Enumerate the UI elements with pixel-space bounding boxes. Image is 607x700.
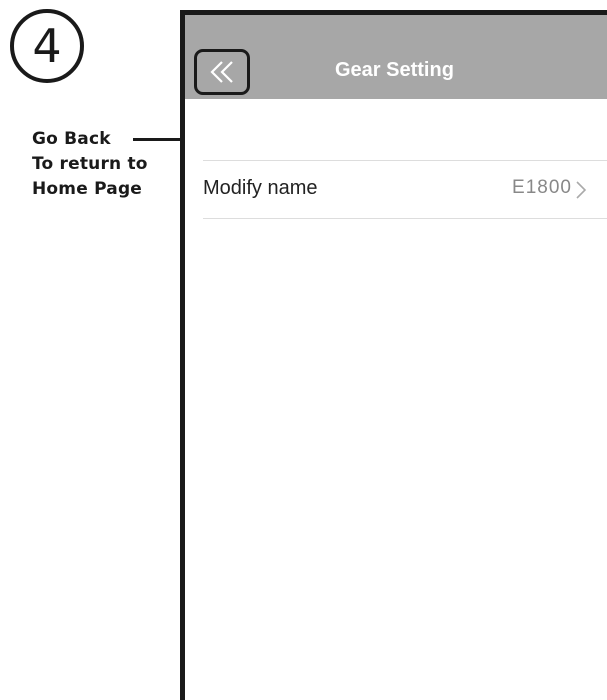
modify-name-row[interactable]: Modify name E1800 — [203, 163, 607, 219]
annotation-line: Home Page — [32, 179, 143, 199]
row-divider-bottom — [203, 218, 607, 219]
modify-name-label: Modify name — [203, 177, 318, 199]
annotation-line: To return to — [32, 154, 148, 174]
phone-screen: Gear Setting Modify name E1800 — [180, 10, 607, 700]
annotation-line: Go Back — [32, 129, 111, 149]
device-name-value: E1800 — [512, 177, 572, 198]
top-navigation-bar: Gear Setting — [185, 15, 607, 99]
page-title: Gear Setting — [335, 59, 454, 81]
step-number-badge: 4 — [10, 9, 84, 83]
row-divider-top — [203, 160, 607, 161]
chevron-right-icon — [576, 181, 587, 199]
page-title-container: Gear Setting — [185, 59, 607, 89]
go-back-annotation: Go Back To return to Home Page — [32, 127, 148, 202]
